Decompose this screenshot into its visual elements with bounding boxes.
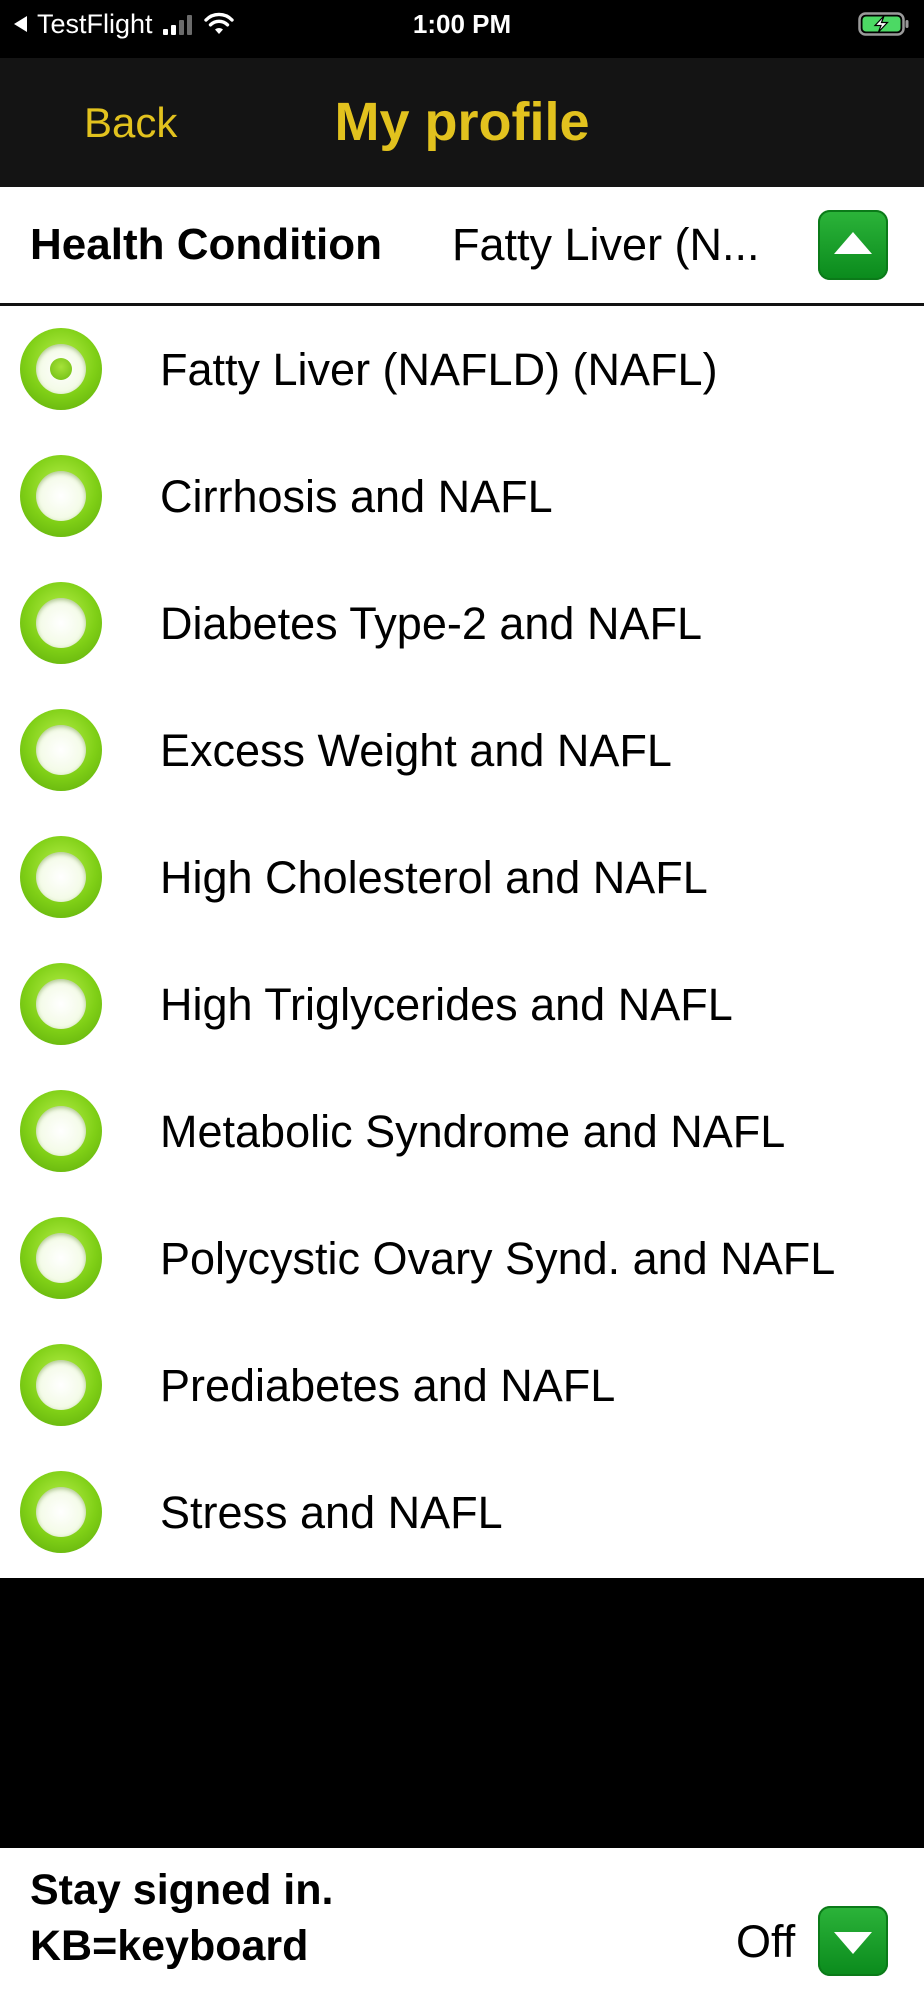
condition-option[interactable]: Stress and NAFL (0, 1449, 924, 1576)
radio-unselected-icon[interactable] (20, 1217, 102, 1299)
condition-option-label: Polycystic Ovary Synd. and NAFL (160, 1233, 836, 1284)
condition-option[interactable]: High Cholesterol and NAFL (0, 814, 924, 941)
radio-unselected-icon[interactable] (20, 1471, 102, 1553)
stay-signed-in-line1: Stay signed in. (30, 1866, 334, 1914)
health-condition-panel: Health Condition Fatty Liver (N... Fatty… (0, 187, 924, 1578)
collapse-condition-button[interactable] (818, 210, 888, 280)
radio-unselected-icon[interactable] (20, 963, 102, 1045)
stay-signed-in-value: Off (736, 1916, 796, 1967)
radio-unselected-icon[interactable] (20, 836, 102, 918)
condition-option-label: Cirrhosis and NAFL (160, 471, 553, 522)
condition-option-label: High Cholesterol and NAFL (160, 852, 708, 903)
condition-option[interactable]: Excess Weight and NAFL (0, 687, 924, 814)
radio-unselected-icon[interactable] (20, 455, 102, 537)
condition-option[interactable]: Diabetes Type-2 and NAFL (0, 560, 924, 687)
radio-unselected-icon[interactable] (20, 1344, 102, 1426)
health-condition-value: Fatty Liver (N... (452, 219, 760, 270)
status-bar: TestFlight 1:00 PM (0, 0, 924, 58)
condition-option-label: Fatty Liver (NAFLD) (NAFL) (160, 344, 718, 395)
stay-signed-in-row[interactable]: Stay signed in. KB=keyboard Off (0, 1848, 924, 2000)
health-condition-header[interactable]: Health Condition Fatty Liver (N... (0, 187, 924, 306)
condition-option[interactable]: High Triglycerides and NAFL (0, 941, 924, 1068)
condition-option-label: Metabolic Syndrome and NAFL (160, 1106, 786, 1157)
radio-selected-icon[interactable] (20, 328, 102, 410)
health-condition-label: Health Condition (30, 220, 382, 269)
condition-option-label: Excess Weight and NAFL (160, 725, 672, 776)
condition-option[interactable]: Polycystic Ovary Synd. and NAFL (0, 1195, 924, 1322)
status-time: 1:00 PM (412, 9, 512, 39)
battery-charging-icon (858, 12, 909, 36)
stay-signed-in-dropdown-button[interactable] (818, 1906, 888, 1976)
stay-signed-in-line2: KB=keyboard (30, 1922, 309, 1970)
condition-option[interactable]: Prediabetes and NAFL (0, 1322, 924, 1449)
condition-option[interactable]: Fatty Liver (NAFLD) (NAFL) (0, 306, 924, 433)
radio-unselected-icon[interactable] (20, 1090, 102, 1172)
page-title: My profile (334, 92, 590, 152)
condition-option-label: Prediabetes and NAFL (160, 1360, 616, 1411)
stay-signed-in-label: Stay signed in. KB=keyboard (30, 1862, 333, 1974)
chevron-up-icon (834, 232, 872, 254)
condition-option[interactable]: Cirrhosis and NAFL (0, 433, 924, 560)
radio-unselected-icon[interactable] (20, 582, 102, 664)
navigation-bar: Back My profile (0, 58, 924, 187)
condition-option-label: High Triglycerides and NAFL (160, 979, 733, 1030)
condition-option-label: Stress and NAFL (160, 1487, 503, 1538)
condition-option-label: Diabetes Type-2 and NAFL (160, 598, 702, 649)
health-condition-options: Fatty Liver (NAFLD) (NAFL) Cirrhosis and… (0, 306, 924, 1576)
chevron-down-icon (834, 1932, 872, 1954)
condition-option[interactable]: Metabolic Syndrome and NAFL (0, 1068, 924, 1195)
radio-unselected-icon[interactable] (20, 709, 102, 791)
